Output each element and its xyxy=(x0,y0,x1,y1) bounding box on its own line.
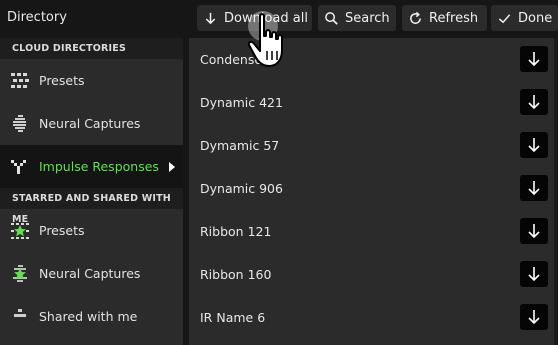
neural-capture-icon xyxy=(13,115,26,132)
list-item-name: Dymamic 57 xyxy=(200,138,280,153)
download-button[interactable] xyxy=(520,46,548,72)
refresh-label: Refresh xyxy=(429,10,479,26)
starred-shared-header: STARRED AND SHARED WITH ME xyxy=(0,188,183,225)
done-button[interactable]: Done xyxy=(491,5,558,31)
list-item[interactable]: Dynamic 421 xyxy=(189,81,554,124)
download-button[interactable] xyxy=(520,132,548,158)
download-button[interactable] xyxy=(520,304,548,330)
list-item[interactable]: IR Name 6 xyxy=(189,296,554,339)
download-button[interactable] xyxy=(520,218,548,244)
list-item-name: Ribbon 121 xyxy=(200,224,272,239)
list-item-name: Dynamic 421 xyxy=(200,95,283,110)
sidebar-item-label: Presets xyxy=(39,223,85,238)
sidebar-item-label: Neural Captures xyxy=(39,116,141,131)
search-label: Search xyxy=(345,10,390,26)
list-item-name: Dynamic 906 xyxy=(200,181,283,196)
chevron-right-icon xyxy=(169,162,175,172)
download-arrow-icon xyxy=(205,12,216,24)
search-icon xyxy=(325,11,338,25)
presets-grid-icon xyxy=(11,73,29,88)
sidebar-item-starred-presets[interactable]: Presets xyxy=(0,209,183,252)
download-arrow-icon xyxy=(528,95,540,110)
list-item[interactable]: Dynamic 906 xyxy=(189,167,554,210)
sidebar-item-label: Neural Captures xyxy=(39,266,141,281)
refresh-button[interactable]: Refresh xyxy=(402,5,487,31)
sidebar-item-impulse-responses[interactable]: Impulse Responses xyxy=(0,145,183,188)
sidebar-item-label: Impulse Responses xyxy=(39,159,159,174)
list-item[interactable]: Ribbon 121 xyxy=(189,210,554,253)
download-arrow-icon xyxy=(528,181,540,196)
list-item-name: IR Name 6 xyxy=(200,310,266,325)
download-button[interactable] xyxy=(520,261,548,287)
list-item[interactable]: Ribbon 160 xyxy=(189,253,554,296)
done-label: Done xyxy=(518,10,553,26)
download-arrow-icon xyxy=(528,224,540,239)
list-item-name: Ribbon 160 xyxy=(200,267,272,282)
sidebar-item-starred-neural-captures[interactable]: Neural Captures xyxy=(0,252,183,295)
sidebar-item-label: Shared with me xyxy=(39,309,138,324)
sidebar-item-label: Presets xyxy=(39,73,85,88)
check-icon xyxy=(498,13,511,23)
sidebar: CLOUD DIRECTORIES Presets Neural Capture… xyxy=(0,38,183,345)
neural-capture-star-icon xyxy=(13,265,27,282)
shared-icon xyxy=(14,309,26,317)
download-arrow-icon xyxy=(528,138,540,153)
hand-cursor-icon xyxy=(247,11,283,67)
cloud-directories-header: CLOUD DIRECTORIES xyxy=(0,38,183,59)
download-button[interactable] xyxy=(520,175,548,201)
download-arrow-icon xyxy=(528,310,540,325)
presets-star-icon xyxy=(11,223,29,239)
refresh-icon xyxy=(410,11,421,24)
download-arrow-icon xyxy=(528,267,540,282)
ir-list: Condenser Dynamic 421 Dymamic 57 Dynamic… xyxy=(189,38,554,345)
download-arrow-icon xyxy=(528,52,540,67)
list-item[interactable]: Dymamic 57 xyxy=(189,124,554,167)
sidebar-item-shared-with-me[interactable]: Shared with me xyxy=(0,295,183,338)
scrollbar[interactable] xyxy=(554,38,558,345)
page-title: Directory xyxy=(7,10,67,25)
impulse-response-icon xyxy=(11,160,26,174)
download-button[interactable] xyxy=(520,89,548,115)
sidebar-item-cloud-presets[interactable]: Presets xyxy=(0,59,183,102)
sidebar-item-cloud-neural-captures[interactable]: Neural Captures xyxy=(0,102,183,145)
search-button[interactable]: Search xyxy=(318,5,396,31)
